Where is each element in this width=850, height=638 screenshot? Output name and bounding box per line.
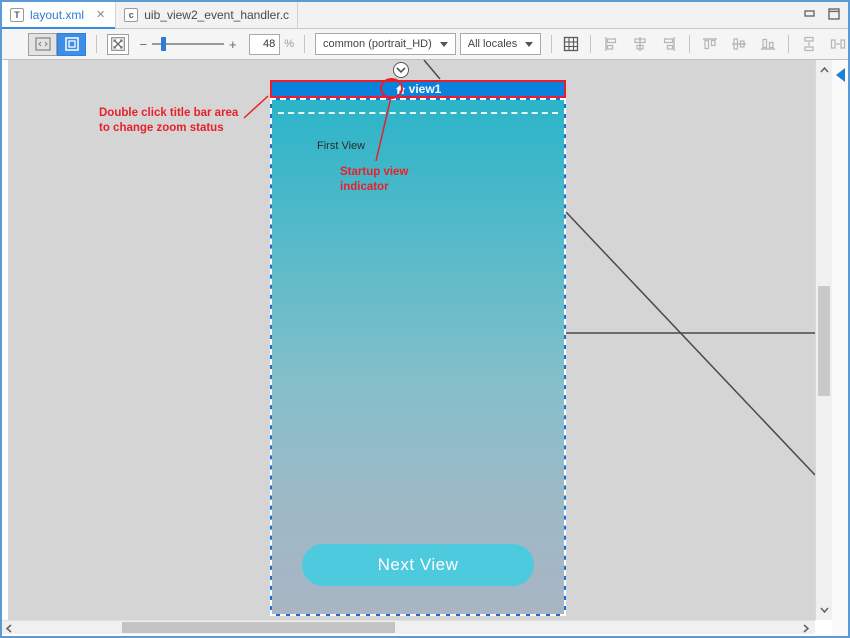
startup-indicator-highlight-circle — [380, 78, 403, 99]
first-view-label[interactable]: First View — [317, 140, 365, 152]
screen-config-dropdown[interactable]: common (portrait_HD) — [315, 33, 456, 55]
vertical-scrollbar[interactable] — [815, 60, 832, 620]
annotation-pointer-line — [244, 96, 268, 118]
tab-label: layout.xml — [30, 8, 84, 22]
active-tab-underline — [2, 27, 115, 29]
view1-title-bar[interactable]: view1 — [270, 80, 566, 98]
locales-dropdown[interactable]: All locales — [460, 33, 542, 55]
tab-label: uib_view2_event_handler.c — [144, 8, 289, 22]
distribute-vertical-icon[interactable] — [799, 34, 819, 54]
toolbar-separator — [689, 35, 690, 53]
align-middle-icon[interactable] — [729, 34, 749, 54]
scroll-down-icon[interactable] — [816, 602, 833, 618]
scroll-left-icon[interactable] — [2, 621, 16, 635]
distribute-horizontal-icon[interactable] — [828, 34, 848, 54]
maximize-icon[interactable] — [828, 8, 840, 20]
zoom-status-annotation: Double click title bar area to change zo… — [99, 106, 238, 136]
collapsed-panel-strip — [832, 60, 848, 636]
storyboard-view1[interactable]: view1 First View Next View Startup view … — [270, 80, 566, 616]
restore-panel-icon[interactable] — [836, 68, 845, 82]
zoom-in-button[interactable]: + — [228, 37, 237, 52]
design-toolbar: − + % common (portrait_HD) All locales — [2, 29, 848, 60]
transition-line — [566, 212, 815, 475]
xml-file-icon: T — [10, 8, 24, 22]
horizontal-scrollbar[interactable] — [2, 620, 815, 634]
toolbar-separator — [96, 35, 97, 53]
view1-body[interactable]: First View Next View Startup view indica… — [270, 98, 566, 616]
tab-layout-xml[interactable]: T layout.xml ✕ — [2, 2, 116, 28]
transition-line — [424, 60, 440, 79]
startup-view-annotation: Startup view indicator — [340, 165, 408, 195]
chevron-down-icon — [440, 42, 448, 47]
zoom-unit-label: % — [284, 38, 294, 50]
editor-window: T layout.xml ✕ c uib_view2_event_handler… — [0, 0, 850, 638]
chevron-down-icon — [525, 42, 533, 47]
locales-value: All locales — [468, 38, 518, 50]
design-view-button[interactable] — [57, 33, 86, 56]
view-collapse-chevron-icon[interactable] — [393, 62, 409, 78]
scroll-right-icon[interactable] — [799, 621, 813, 635]
toolbar-separator — [788, 35, 789, 53]
zoom-slider[interactable] — [152, 36, 224, 52]
view-mode-toggle — [28, 33, 86, 56]
source-view-button[interactable] — [28, 33, 57, 56]
toolbar-separator — [304, 35, 305, 53]
scroll-up-icon[interactable] — [816, 62, 833, 78]
editor-tab-bar: T layout.xml ✕ c uib_view2_event_handler… — [2, 2, 848, 29]
tab-event-handler-c[interactable]: c uib_view2_event_handler.c — [116, 2, 298, 28]
next-view-button[interactable]: Next View — [302, 544, 534, 586]
view-title-label: view1 — [409, 82, 442, 96]
minimize-icon[interactable] — [804, 8, 816, 20]
screen-config-value: common (portrait_HD) — [323, 38, 432, 50]
align-left-icon[interactable] — [601, 34, 621, 54]
align-center-icon[interactable] — [630, 34, 650, 54]
view-controls — [804, 8, 840, 20]
close-icon[interactable]: ✕ — [94, 9, 107, 22]
zoom-percent-input[interactable] — [249, 34, 280, 55]
align-top-icon[interactable] — [700, 34, 720, 54]
fit-to-screen-button[interactable] — [107, 34, 129, 55]
grid-toggle-button[interactable] — [562, 34, 580, 54]
align-right-icon[interactable] — [659, 34, 679, 54]
view1-content-area[interactable]: First View Next View Startup view indica… — [270, 98, 566, 616]
zoom-slider-thumb[interactable] — [161, 37, 166, 51]
toolbar-separator — [551, 35, 552, 53]
vertical-scrollbar-thumb[interactable] — [818, 286, 830, 396]
zoom-out-button[interactable]: − — [139, 37, 148, 52]
align-bottom-icon[interactable] — [758, 34, 778, 54]
toolbar-separator — [590, 35, 591, 53]
design-canvas[interactable]: view1 First View Next View Startup view … — [8, 60, 815, 620]
horizontal-scrollbar-thumb[interactable] — [122, 622, 395, 633]
c-file-icon: c — [124, 8, 138, 22]
container-dashed-guide — [278, 112, 558, 114]
